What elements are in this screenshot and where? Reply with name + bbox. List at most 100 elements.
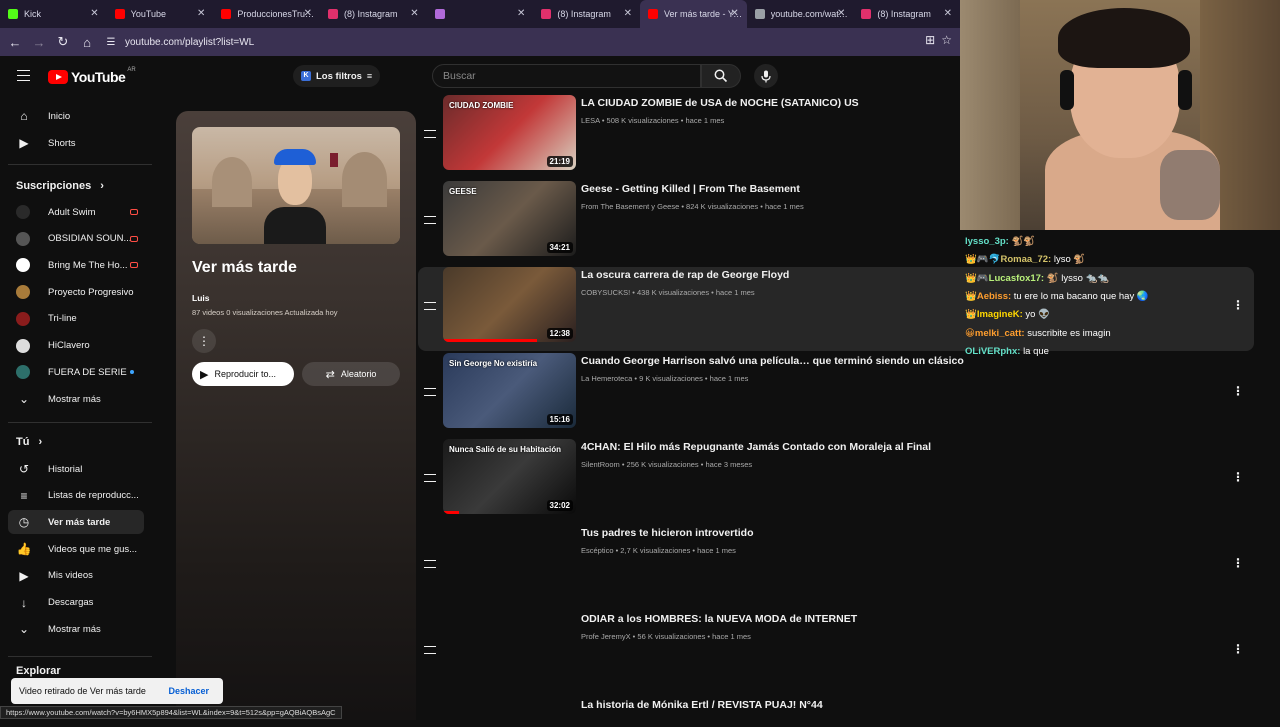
video-title[interactable]: La historia de Mónika Ertl / REVISTA PUA… bbox=[581, 699, 823, 711]
video-title[interactable]: La oscura carrera de rap de George Floyd bbox=[581, 269, 789, 281]
video-row[interactable]: La historia de Mónika Ertl / REVISTA PUA… bbox=[418, 697, 1254, 727]
sidebar-item[interactable]: FUERA DE SERIE bbox=[8, 360, 144, 384]
tab-close-icon[interactable]: ✕ bbox=[517, 8, 525, 19]
live-icon bbox=[130, 262, 138, 269]
hamburger-menu-icon[interactable] bbox=[17, 70, 30, 81]
browser-tab[interactable]: Ver más tarde - YouT ✕ bbox=[640, 0, 747, 28]
tab-close-icon[interactable]: ✕ bbox=[624, 8, 632, 19]
tab-close-icon[interactable]: ✕ bbox=[90, 8, 98, 19]
video-row[interactable]: Nunca Salió de su Habitación 32:02 4CHAN: … bbox=[418, 439, 1254, 523]
url-field[interactable]: youtube.com/playlist?list=WL bbox=[125, 37, 254, 48]
tab-close-icon[interactable]: ✕ bbox=[304, 8, 312, 19]
chat-text: suscribite es imagin bbox=[1027, 327, 1111, 339]
browser-tab[interactable]: (8) Instagram ✕ bbox=[533, 0, 640, 28]
browser-tab[interactable]: Kick ✕ bbox=[0, 0, 107, 28]
drag-handle-icon[interactable] bbox=[424, 216, 436, 224]
you-heading[interactable]: Tú › bbox=[16, 436, 42, 448]
drag-handle-icon[interactable] bbox=[424, 646, 436, 654]
video-thumbnail[interactable]: 12:38 bbox=[443, 267, 576, 342]
sidebar-item[interactable]: ⌄ Mostrar más bbox=[8, 617, 144, 641]
play-all-button[interactable]: ▶ Reproducir to... bbox=[192, 362, 294, 386]
video-title[interactable]: 4CHAN: El Hilo más Repugnante Jamás Cont… bbox=[581, 441, 931, 453]
browser-tab[interactable]: (8) Instagram ✕ bbox=[320, 0, 427, 28]
reload-icon[interactable]: ↻ bbox=[51, 30, 75, 54]
drag-handle-icon[interactable] bbox=[424, 302, 436, 310]
sidebar-item[interactable]: Adult Swim bbox=[8, 200, 144, 224]
sidebar: ⌂ Inicio ▶ Shorts Suscripciones › Adult Swim O… bbox=[0, 96, 160, 720]
shuffle-button[interactable]: ⇄ Aleatorio bbox=[302, 362, 400, 386]
drag-handle-icon[interactable] bbox=[424, 474, 436, 482]
browser-tab[interactable]: ProduccionesTrukini ✕ bbox=[213, 0, 320, 28]
chat-text: la que bbox=[1023, 345, 1049, 357]
video-thumbnail[interactable]: GEESE 34:21 bbox=[443, 181, 576, 256]
browser-tab[interactable]: YouTube ✕ bbox=[107, 0, 214, 28]
shuffle-icon: ⇄ bbox=[325, 368, 335, 381]
voice-search-button[interactable] bbox=[754, 64, 778, 88]
sidebar-item[interactable]: Bring Me The Ho... bbox=[8, 253, 144, 277]
chat-username: lysso_3p: bbox=[965, 236, 1009, 247]
youtube-header: YouTube AR K Los filtros ≡ Buscar bbox=[0, 56, 960, 96]
sidebar-item[interactable]: ▶ Shorts bbox=[8, 131, 144, 155]
video-thumbnail[interactable]: CIUDAD ZOMBIE 21:19 bbox=[443, 95, 576, 170]
video-title[interactable]: Geese - Getting Killed | From The Baseme… bbox=[581, 183, 800, 195]
sidebar-item[interactable]: ◷ Ver más tarde bbox=[8, 510, 144, 535]
browser-tab[interactable]: (8) Instagram ✕ bbox=[853, 0, 960, 28]
back-icon[interactable]: ← bbox=[3, 30, 27, 54]
playlist-owner[interactable]: Luis bbox=[192, 293, 209, 303]
playlist-thumbnail[interactable] bbox=[192, 127, 400, 244]
site-info-icon[interactable]: ☰ bbox=[99, 30, 123, 54]
video-thumbnail[interactable]: Nunca Salió de su Habitación 32:02 bbox=[443, 439, 576, 514]
browser-tab[interactable]: ✕ bbox=[427, 0, 534, 28]
install-app-icon[interactable]: ⊞ bbox=[925, 33, 935, 47]
more-options-icon[interactable]: ⋮ bbox=[1232, 642, 1244, 656]
shorts-icon: ▶ bbox=[19, 136, 29, 150]
tab-close-icon[interactable]: ✕ bbox=[410, 8, 418, 19]
drag-handle-icon[interactable] bbox=[424, 388, 436, 396]
tab-close-icon[interactable]: ✕ bbox=[730, 8, 738, 19]
video-row[interactable]: Sin George No existiría 15:16 Cuando Georg… bbox=[418, 353, 1254, 437]
home-icon: ⌂ bbox=[20, 109, 28, 123]
video-title[interactable]: Cuando George Harrison salvó una películ… bbox=[581, 355, 964, 367]
sidebar-item[interactable]: ↓ Descargas bbox=[8, 591, 144, 615]
search-button[interactable] bbox=[701, 64, 741, 88]
subscriptions-heading[interactable]: Suscripciones › bbox=[16, 180, 104, 192]
youtube-logo[interactable]: YouTube AR bbox=[48, 67, 136, 85]
sidebar-item[interactable]: HiClavero bbox=[8, 334, 144, 358]
video-title[interactable]: LA CIUDAD ZOMBIE de USA de NOCHE (SATANI… bbox=[581, 97, 859, 109]
video-thumbnail[interactable]: Sin George No existiría 15:16 bbox=[443, 353, 576, 428]
sidebar-item[interactable]: OBSIDIAN SOUN... bbox=[8, 227, 144, 251]
playlist-more-button[interactable]: ⋮ bbox=[192, 329, 216, 353]
drag-handle-icon[interactable] bbox=[424, 130, 436, 138]
undo-button[interactable]: Deshacer bbox=[168, 686, 209, 696]
sidebar-item[interactable]: ≡ Listas de reproducc... bbox=[8, 484, 144, 508]
video-title[interactable]: Tus padres te hicieron introvertido bbox=[581, 527, 754, 539]
sidebar-item[interactable]: ▶ Mis videos bbox=[8, 564, 144, 588]
more-options-icon[interactable]: ⋮ bbox=[1232, 470, 1244, 484]
tab-close-icon[interactable]: ✕ bbox=[837, 8, 845, 19]
download-icon: ↓ bbox=[21, 595, 27, 610]
home-button-icon[interactable]: ⌂ bbox=[75, 30, 99, 54]
chat-text: 🐒🐒 bbox=[1011, 236, 1036, 247]
video-row[interactable]: ODIAR a los HOMBRES: la NUEVA MODA de IN… bbox=[418, 611, 1254, 695]
sidebar-item[interactable]: Proyecto Progresivo bbox=[8, 280, 144, 304]
sidebar-item[interactable]: Tri-line bbox=[8, 307, 144, 331]
tab-favicon-icon bbox=[114, 9, 125, 19]
sidebar-item[interactable]: 👍 Videos que me gus... bbox=[8, 537, 144, 561]
sidebar-item[interactable]: ↺ Historial bbox=[8, 457, 144, 481]
bookmark-star-icon[interactable]: ☆ bbox=[941, 33, 952, 47]
more-options-icon[interactable]: ⋮ bbox=[1232, 384, 1244, 398]
forward-icon[interactable]: → bbox=[27, 30, 51, 54]
video-duration: 15:16 bbox=[546, 414, 573, 425]
video-title[interactable]: ODIAR a los HOMBRES: la NUEVA MODA de IN… bbox=[581, 613, 857, 625]
live-icon bbox=[130, 235, 138, 242]
tab-close-icon[interactable]: ✕ bbox=[197, 8, 205, 19]
search-input[interactable]: Buscar bbox=[432, 64, 701, 88]
filters-button[interactable]: K Los filtros ≡ bbox=[293, 65, 381, 87]
browser-tab[interactable]: youtube.com/watch? ✕ bbox=[747, 0, 854, 28]
sidebar-item[interactable]: ⌄ Mostrar más bbox=[8, 387, 144, 411]
drag-handle-icon[interactable] bbox=[424, 560, 436, 568]
tab-close-icon[interactable]: ✕ bbox=[944, 8, 952, 19]
video-row[interactable]: Tus padres te hicieron introvertido Escép… bbox=[418, 525, 1254, 609]
sidebar-item[interactable]: ⌂ Inicio bbox=[8, 104, 144, 128]
more-options-icon[interactable]: ⋮ bbox=[1232, 556, 1244, 570]
